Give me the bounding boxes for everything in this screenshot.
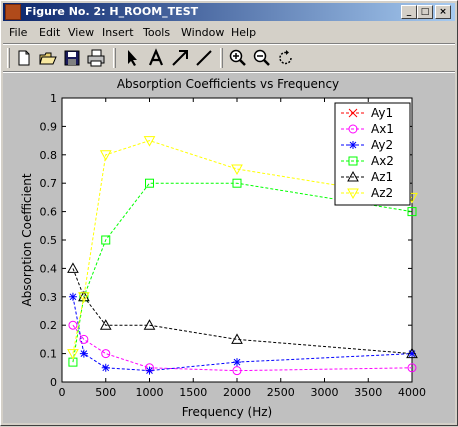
data-point-ay2 (233, 358, 241, 367)
x-tick-label: 3000 (311, 386, 339, 399)
x-tick-label: 2000 (223, 386, 251, 399)
figure-canvas: Absorption Coefficients vs Frequency 0 0.… (3, 73, 455, 423)
open-folder-icon[interactable] (38, 48, 58, 68)
insert-line-icon[interactable] (194, 48, 214, 68)
y-axis-label: Absorption Coefficient (20, 173, 34, 306)
x-axis-label: Frequency (Hz) (182, 405, 273, 419)
y-tick-label: 0.6 (40, 206, 58, 219)
legend-label: Ax2 (371, 154, 394, 168)
legend-label: Az1 (371, 170, 393, 184)
toolbar-separator-2 (220, 48, 223, 68)
y-tick-label: 1 (50, 92, 57, 105)
chart-svg: Absorption Coefficients vs Frequency 0 0.… (20, 77, 426, 419)
x-tick-label: 1500 (179, 386, 207, 399)
legend-marker (349, 141, 357, 149)
y-tick-label: 0.9 (40, 120, 58, 133)
y-tick-label: 0.7 (40, 177, 58, 190)
window-title: Figure No. 2: H_ROOM_TEST (25, 5, 199, 18)
y-tick-label: 0.5 (40, 234, 58, 247)
y-tick-label: 0.8 (40, 149, 58, 162)
x-tick-label: 4000 (398, 386, 426, 399)
toolbar-separator (113, 48, 116, 68)
data-point-ay2 (79, 349, 88, 358)
data-point-ay2 (101, 363, 110, 372)
print-icon[interactable] (86, 48, 106, 68)
maximize-button[interactable]: □ (417, 5, 433, 19)
x-tick-label: 2500 (267, 386, 295, 399)
menu-tools[interactable]: Tools (143, 26, 170, 39)
x-tick-label: 3500 (354, 386, 382, 399)
legend-label: Ax1 (371, 122, 394, 136)
figure-window: Figure No. 2: H_ROOM_TEST _ □ × File Edi… (0, 0, 458, 426)
y-tick-label: 0.1 (40, 348, 58, 361)
menu-window[interactable]: Window (181, 26, 224, 39)
menu-insert[interactable]: Insert (102, 26, 134, 39)
menu-file[interactable]: File (9, 26, 27, 39)
menu-help[interactable]: Help (231, 26, 256, 39)
y-tick-label: 0.3 (40, 291, 58, 304)
new-file-icon[interactable] (14, 48, 34, 68)
matlab-figure-icon (5, 4, 21, 20)
zoom-out-icon[interactable] (252, 48, 272, 68)
y-tick-label: 0 (50, 376, 57, 389)
legend-label: Az2 (371, 186, 393, 200)
y-tick-label: 0.2 (40, 319, 58, 332)
toolbar-grip (7, 48, 10, 68)
minimize-button[interactable]: _ (401, 5, 417, 19)
zoom-in-icon[interactable] (228, 48, 248, 68)
legend-label: Ay2 (371, 138, 393, 152)
menu-bar: File Edit View Insert Tools Window Help (3, 23, 455, 42)
legend-label: Ay1 (371, 106, 393, 120)
rotate-icon[interactable] (276, 48, 296, 68)
select-arrow-icon[interactable] (122, 48, 142, 68)
x-tick-label: 0 (59, 386, 66, 399)
menu-view[interactable]: View (68, 26, 94, 39)
legend[interactable]: Ay1 Ax1 Ay2 Ax2 Az1 Az2 (334, 102, 411, 206)
x-tick-label: 500 (95, 386, 116, 399)
insert-text-icon[interactable] (146, 48, 166, 68)
data-point-ay2 (68, 292, 77, 301)
save-icon[interactable] (62, 48, 82, 68)
title-bar[interactable]: Figure No. 2: H_ROOM_TEST _ □ × (3, 3, 455, 21)
toolbar (3, 45, 455, 71)
menu-edit[interactable]: Edit (39, 26, 60, 39)
close-button[interactable]: × (435, 5, 451, 19)
x-tick-label: 1000 (136, 386, 164, 399)
data-point-ay2 (145, 366, 154, 375)
chart-title: Absorption Coefficients vs Frequency (117, 77, 339, 91)
insert-arrow-icon[interactable] (170, 48, 190, 68)
y-tick-label: 0.4 (40, 262, 58, 275)
